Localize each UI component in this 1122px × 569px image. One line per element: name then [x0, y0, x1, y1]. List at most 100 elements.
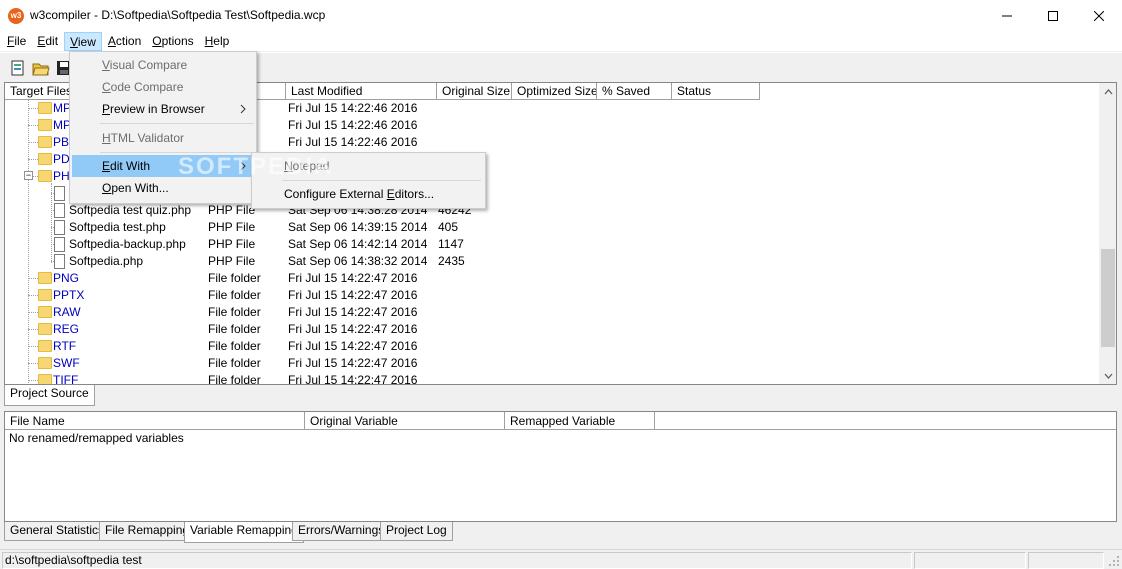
tab-variable-remapping[interactable]: Variable Remapping: [184, 522, 304, 543]
scroll-up-arrow[interactable]: [1100, 83, 1116, 100]
row-file-name: Softpedia.php: [69, 254, 144, 268]
row-last-modified: Fri Jul 15 14:22:46 2016: [288, 118, 418, 132]
tree-line: [28, 363, 38, 364]
file-icon: [54, 203, 65, 218]
table-row[interactable]: Softpedia.php PHP File Sat Sep 06 14:38:32…: [5, 253, 1101, 270]
menu-help[interactable]: Help: [200, 32, 235, 51]
app-window: w3 w3compiler - D:\Softpedia\Softpedia T…: [0, 0, 1122, 569]
column-original-size[interactable]: Original Size: [437, 83, 512, 100]
menu-view[interactable]: View: [64, 31, 102, 51]
minimize-icon: [1002, 15, 1012, 16]
table-row[interactable]: Softpedia test.php PHP File Sat Sep 06 14:…: [5, 219, 1101, 236]
table-row[interactable]: SWF File folder Fri Jul 15 14:22:47 2016: [5, 355, 1101, 372]
row-last-modified: Sat Sep 06 14:39:15 2014: [288, 220, 428, 234]
row-last-modified: Sat Sep 06 14:42:14 2014: [288, 237, 428, 251]
table-row[interactable]: PPTX File folder Fri Jul 15 14:22:47 2016: [5, 287, 1101, 304]
app-icon: w3: [8, 8, 24, 24]
row-file-type: PHP File: [208, 203, 256, 217]
tree-line: [28, 312, 38, 313]
chevron-down-icon: [1104, 373, 1112, 379]
row-last-modified: Fri Jul 15 14:22:47 2016: [288, 373, 418, 385]
column-status[interactable]: Status: [672, 83, 760, 100]
folder-icon: [38, 357, 52, 369]
file-icon: [54, 220, 65, 235]
menu-preview-in-browser[interactable]: Preview in Browser: [72, 98, 254, 120]
row-file-name: PB: [53, 135, 70, 149]
tree-line: [28, 159, 38, 160]
file-icon: [54, 254, 65, 269]
row-file-name: PH: [53, 169, 70, 183]
menu-action[interactable]: Action: [103, 32, 146, 51]
row-file-name: Softpedia test.php: [69, 220, 166, 234]
table-row[interactable]: Softpedia test quiz.php PHP File Sat Sep 0…: [5, 202, 1101, 219]
table-row[interactable]: RTF File folder Fri Jul 15 14:22:47 2016: [5, 338, 1101, 355]
column-remapped-variable[interactable]: Remapped Variable: [505, 412, 655, 430]
resize-grip-icon[interactable]: [1108, 555, 1120, 567]
tree-line: [28, 278, 38, 279]
remap-list-header: File Name Original Variable Remapped Var…: [5, 412, 1116, 430]
row-file-type: File folder: [208, 373, 261, 385]
column-percent-saved[interactable]: % Saved: [597, 83, 672, 100]
status-bar: d:\softpedia\softpedia test: [0, 549, 1122, 569]
folder-icon: [38, 119, 52, 131]
column-last-modified[interactable]: Last Modified: [286, 83, 437, 100]
table-row[interactable]: Softpedia-backup.php PHP File Sat Sep 06 1…: [5, 236, 1101, 253]
table-row[interactable]: RAW File folder Fri Jul 15 14:22:47 2016: [5, 304, 1101, 321]
column-original-variable[interactable]: Original Variable: [305, 412, 505, 430]
tree-line: [28, 346, 38, 347]
close-icon: [1094, 10, 1104, 21]
scroll-down-arrow[interactable]: [1100, 367, 1116, 384]
menu-code-compare[interactable]: Code Compare: [72, 76, 254, 98]
collapse-toggle[interactable]: −: [24, 171, 33, 180]
minimize-button[interactable]: [984, 0, 1030, 31]
open-project-button[interactable]: [32, 59, 50, 77]
variable-remapping-panel: File Name Original Variable Remapped Var…: [4, 411, 1117, 522]
row-last-modified: Fri Jul 15 14:22:47 2016: [288, 322, 418, 336]
tab-project-source[interactable]: Project Source: [4, 385, 95, 406]
menu-options[interactable]: Options: [147, 32, 198, 51]
close-button[interactable]: [1076, 0, 1122, 31]
menu-edit-with[interactable]: Edit With: [72, 155, 254, 177]
menu-visual-compare[interactable]: Visual Compare: [72, 54, 254, 76]
tab-file-remapping[interactable]: File Remapping: [99, 522, 196, 541]
new-project-button[interactable]: [9, 59, 27, 77]
folder-icon: [38, 272, 52, 284]
row-file-name: PPTX: [53, 288, 85, 302]
title-bar: w3 w3compiler - D:\Softpedia\Softpedia T…: [0, 0, 1122, 31]
menu-bar: File Edit View Action Options Help: [0, 31, 1122, 51]
status-pane-2: [914, 552, 1026, 569]
maximize-button[interactable]: [1030, 0, 1076, 31]
table-row[interactable]: TIFF File folder Fri Jul 15 14:22:47 2016: [5, 372, 1101, 385]
folder-icon: [38, 340, 52, 352]
row-file-type: File folder: [208, 339, 261, 353]
column-optimized-size[interactable]: Optimized Size: [512, 83, 597, 100]
row-file-type: File folder: [208, 322, 261, 336]
menu-notepad[interactable]: Notepad: [254, 155, 483, 177]
tab-errors-warnings[interactable]: Errors/Warnings: [292, 522, 391, 541]
scroll-thumb[interactable]: [1101, 249, 1115, 347]
tab-general-statistics[interactable]: General Statistics: [4, 522, 111, 541]
menu-open-with[interactable]: Open With...: [72, 177, 254, 199]
tab-project-log[interactable]: Project Log: [380, 522, 453, 541]
folder-icon: [38, 306, 52, 318]
row-file-type: File folder: [208, 271, 261, 285]
table-row[interactable]: PNG File folder Fri Jul 15 14:22:47 2016: [5, 270, 1101, 287]
row-file-name: RAW: [53, 305, 81, 319]
row-file-name: Softpedia test quiz.php: [69, 203, 192, 217]
row-file-type: File folder: [208, 356, 261, 370]
table-row[interactable]: REG File folder Fri Jul 15 14:22:47 2016: [5, 321, 1101, 338]
tree-line: [28, 380, 38, 381]
row-file-type: PHP File: [208, 237, 256, 251]
file-icon: [54, 237, 65, 252]
vertical-scrollbar[interactable]: [1099, 83, 1116, 384]
column-file-name[interactable]: File Name: [5, 412, 305, 430]
folder-icon: [38, 289, 52, 301]
menu-edit[interactable]: Edit: [32, 32, 63, 51]
row-file-name: RTF: [53, 339, 77, 353]
folder-icon: [38, 102, 52, 114]
tree-line: [28, 108, 38, 109]
chevron-right-icon: [240, 104, 246, 114]
menu-file[interactable]: File: [2, 32, 31, 51]
menu-configure-external-editors[interactable]: Configure External Editors...: [254, 183, 483, 205]
menu-html-validator[interactable]: HTML Validator: [72, 127, 254, 149]
